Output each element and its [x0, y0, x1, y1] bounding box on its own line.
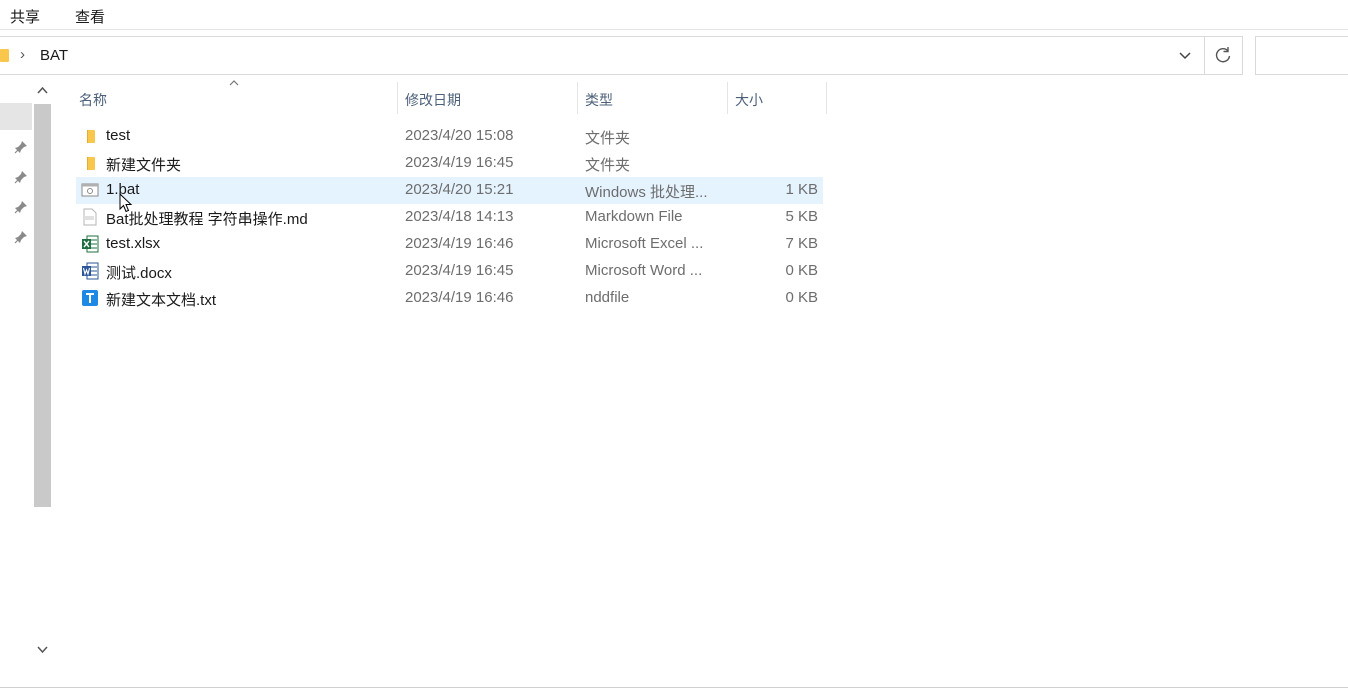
file-size: 7 KB: [785, 235, 818, 252]
file-date: 2023/4/20 15:08: [405, 127, 514, 144]
breadcrumb-current-folder[interactable]: BAT: [40, 47, 68, 64]
scroll-down-icon[interactable]: [36, 643, 49, 656]
file-size: 1 KB: [785, 181, 818, 198]
ribbon-tab-view[interactable]: 查看: [75, 6, 105, 27]
file-row[interactable]: test.xlsx 2023/4/19 16:46 Microsoft Exce…: [76, 231, 823, 258]
file-row-selected[interactable]: 1.bat 2023/4/20 15:21 Windows 批处理... 1 K…: [76, 177, 823, 204]
word-file-icon: [82, 262, 99, 280]
nav-selected-item[interactable]: [0, 103, 32, 130]
file-date: 2023/4/20 15:21: [405, 181, 514, 198]
column-header-size[interactable]: 大小: [727, 82, 827, 114]
file-name: 测试.docx: [106, 265, 172, 282]
file-row[interactable]: 新建文件夹 2023/4/19 16:45 文件夹: [76, 150, 823, 177]
file-row[interactable]: 新建文本文档.txt 2023/4/19 16:46 nddfile 0 KB: [76, 285, 823, 312]
address-divider: [1204, 37, 1205, 74]
file-name: test: [106, 127, 131, 144]
file-type: 文件夹: [585, 130, 631, 147]
file-size: 0 KB: [785, 289, 818, 306]
column-header-label: 类型: [585, 92, 613, 108]
file-type: Windows 批处理...: [585, 184, 708, 201]
status-divider: [0, 687, 1348, 688]
file-name: 新建文本文档.txt: [106, 292, 217, 309]
column-header-type[interactable]: 类型: [577, 82, 727, 114]
file-type: Microsoft Word ...: [585, 262, 703, 279]
file-type: Markdown File: [585, 208, 683, 225]
file-name: test.xlsx: [106, 235, 161, 252]
search-input[interactable]: [1255, 36, 1348, 75]
excel-file-icon: [82, 235, 99, 253]
file-date: 2023/4/19 16:46: [405, 235, 514, 252]
file-type: Microsoft Excel ...: [585, 235, 704, 252]
ribbon-tab-share[interactable]: 共享: [10, 6, 40, 27]
nav-scrollbar[interactable]: [33, 76, 52, 666]
breadcrumb-chevron-icon[interactable]: ›: [20, 46, 25, 63]
folder-icon: [87, 157, 95, 170]
folder-icon: [87, 130, 95, 143]
markdown-file-icon: [83, 208, 97, 226]
chevron-down-icon[interactable]: [1176, 46, 1194, 64]
pin-icon[interactable]: [14, 200, 28, 214]
text-file-icon: [82, 290, 98, 306]
address-bar[interactable]: › BAT: [0, 36, 1243, 75]
file-row[interactable]: 测试.docx 2023/4/19 16:45 Microsoft Word .…: [76, 258, 823, 285]
column-header-label: 大小: [735, 92, 763, 108]
file-row[interactable]: test 2023/4/20 15:08 文件夹: [76, 123, 823, 150]
file-size: 0 KB: [785, 262, 818, 279]
file-type: nddfile: [585, 289, 630, 306]
file-size: 5 KB: [785, 208, 818, 225]
pin-icon[interactable]: [14, 170, 28, 184]
batch-file-icon: [81, 183, 99, 197]
refresh-icon[interactable]: [1213, 45, 1233, 65]
navigation-pane: [0, 76, 52, 666]
column-header-name[interactable]: 名称: [76, 82, 397, 114]
folder-icon: [0, 49, 9, 62]
pin-icon[interactable]: [14, 230, 28, 244]
ribbon-menu: 共享 查看: [0, 0, 1348, 30]
mouse-cursor-icon: [119, 193, 133, 213]
file-date: 2023/4/18 14:13: [405, 208, 514, 225]
column-header-label: 修改日期: [405, 92, 461, 108]
file-date: 2023/4/19 16:45: [405, 154, 514, 171]
file-name: 新建文件夹: [106, 157, 182, 174]
file-row[interactable]: Bat批处理教程 字符串操作.md 2023/4/18 14:13 Markdo…: [76, 204, 823, 231]
file-name: Bat批处理教程 字符串操作.md: [106, 211, 308, 228]
pin-icon[interactable]: [14, 140, 28, 154]
column-header-label: 名称: [79, 92, 107, 108]
file-date: 2023/4/19 16:45: [405, 262, 514, 279]
file-date: 2023/4/19 16:46: [405, 289, 514, 306]
scrollbar-thumb[interactable]: [34, 104, 51, 507]
column-header-date[interactable]: 修改日期: [397, 82, 577, 114]
file-type: 文件夹: [585, 157, 631, 174]
scroll-up-icon[interactable]: [36, 84, 49, 97]
